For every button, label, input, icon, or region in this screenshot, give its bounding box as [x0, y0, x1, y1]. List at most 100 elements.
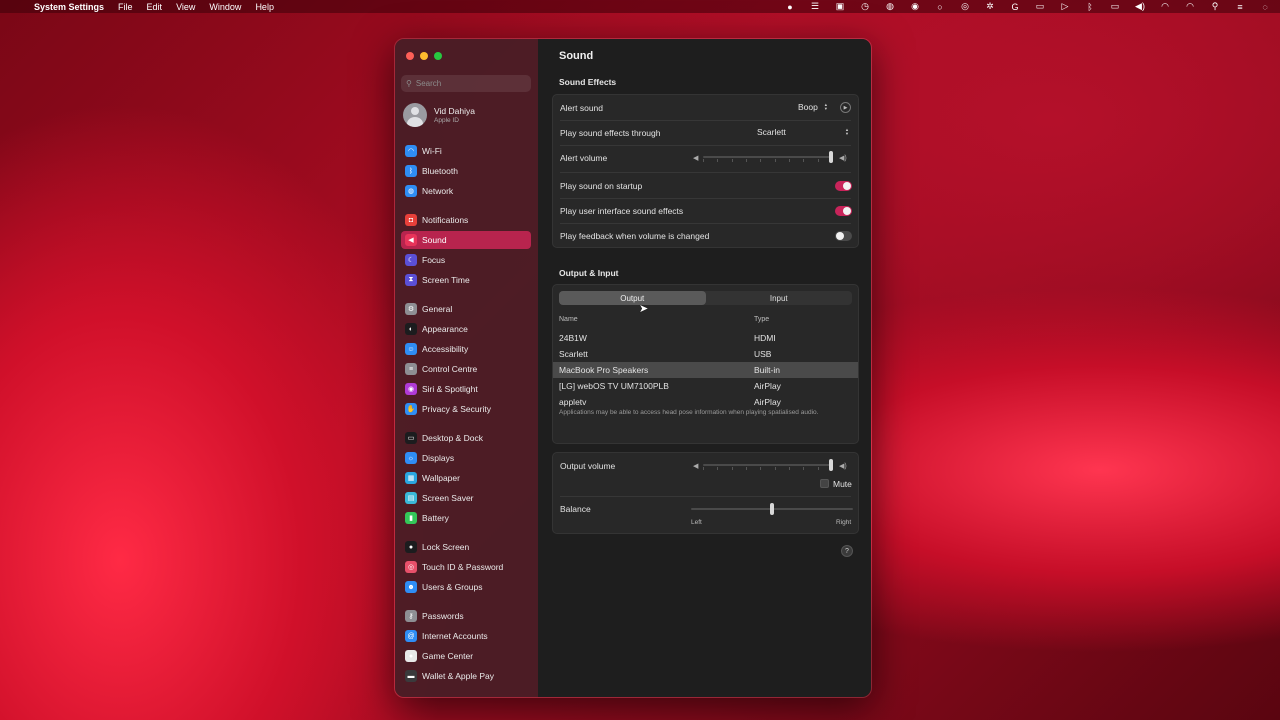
output-volume-slider[interactable]: [703, 459, 833, 471]
help-button[interactable]: ?: [841, 545, 853, 557]
column-name[interactable]: Name: [559, 316, 578, 323]
slider-tick: [731, 467, 733, 470]
sidebar-item-touch-id-password[interactable]: ◎ Touch ID & Password: [401, 558, 531, 576]
sidebar-item-bluetooth[interactable]: ᛒ Bluetooth: [401, 162, 531, 180]
battery-icon[interactable]: ▭: [1108, 1, 1122, 12]
sidebar-item-siri-spotlight[interactable]: ◉ Siri & Spotlight: [401, 380, 531, 398]
clock-icon[interactable]: ◷: [858, 1, 872, 12]
effects-through-popup[interactable]: Scarlett ▲ ▼: [757, 127, 851, 137]
device-type: Built-in: [754, 365, 780, 375]
sidebar-item-wallpaper[interactable]: ▦ Wallpaper: [401, 469, 531, 487]
speaker-low-icon: ◀: [693, 155, 699, 162]
menu-app-name[interactable]: System Settings: [34, 2, 104, 12]
apple-id-account[interactable]: Vid Dahiya Apple ID: [403, 103, 475, 127]
startup-toggle[interactable]: [835, 181, 852, 191]
search-icon[interactable]: ⚲: [1208, 1, 1222, 12]
sidebar: ⚲ Search Vid Dahiya Apple ID ◠ Wi-Fi ᛒ Blue…: [395, 39, 538, 697]
sidebar-item-label: Privacy & Security: [422, 404, 491, 414]
sidebar-item-accessibility[interactable]: ☺ Accessibility: [401, 340, 531, 358]
volume-icon[interactable]: ◀): [1133, 1, 1147, 12]
sidebar-item-battery[interactable]: ▮ Battery: [401, 509, 531, 527]
output-input-heading: Output & Input: [559, 268, 619, 278]
device-type: USB: [754, 349, 772, 359]
menu-window[interactable]: Window: [209, 2, 241, 12]
record-icon[interactable]: ●: [783, 2, 797, 12]
table-row[interactable]: Scarlett USB: [553, 346, 858, 362]
bluetooth-icon[interactable]: ᛒ: [1083, 2, 1097, 12]
menu-edit[interactable]: Edit: [147, 2, 163, 12]
sidebar-item-desktop-dock[interactable]: ▭ Desktop & Dock: [401, 429, 531, 447]
sidebar-item-label: Accessibility: [422, 344, 469, 354]
table-row[interactable]: [LG] webOS TV UM7100PLB AirPlay: [553, 378, 858, 394]
startup-row: Play sound on startup: [560, 173, 851, 198]
slider-knob[interactable]: [770, 503, 774, 515]
sidebar-item-users-groups[interactable]: ☻ Users & Groups: [401, 578, 531, 596]
wifi-icon[interactable]: ◠: [1183, 1, 1197, 12]
play-alert-button[interactable]: ▶: [840, 102, 851, 113]
balance-right-label: Right: [836, 519, 852, 526]
balance-left-label: Left: [691, 519, 702, 526]
sidebar-item-game-center[interactable]: ● Game Center: [401, 647, 531, 665]
google-icon[interactable]: G: [1008, 2, 1022, 12]
alert-volume-slider[interactable]: [703, 151, 833, 163]
sidebar-item-label: Lock Screen: [422, 542, 470, 552]
ui-effects-toggle[interactable]: [835, 206, 852, 216]
sidebar-item-screen-saver[interactable]: ▤ Screen Saver: [401, 489, 531, 507]
sidebar-item-focus[interactable]: ☾ Focus: [401, 251, 531, 269]
sidebar-item-passwords[interactable]: ⚷ Passwords: [401, 607, 531, 625]
tab-input[interactable]: Input: [706, 291, 853, 305]
menu-help[interactable]: Help: [255, 2, 274, 12]
sidebar-item-label: Screen Time: [422, 275, 470, 285]
search-input[interactable]: ⚲ Search: [401, 75, 531, 92]
alert-sound-popup[interactable]: Boop ▲ ▼: [798, 102, 830, 112]
sidebar-item-label: Battery: [422, 513, 449, 523]
sidebar-item-notifications[interactable]: ◘ Notifications: [401, 211, 531, 229]
sidebar-item-general[interactable]: ⚙ General: [401, 300, 531, 318]
sidebar-item-label: Users & Groups: [422, 582, 483, 592]
control-center-icon[interactable]: ≡: [1233, 2, 1247, 12]
sidebar-item-displays[interactable]: ☼ Displays: [401, 449, 531, 467]
slider-track: [703, 156, 833, 158]
slider-knob[interactable]: [829, 151, 833, 163]
sidebar-item-sound[interactable]: ◀ Sound: [401, 231, 531, 249]
column-type[interactable]: Type: [754, 316, 769, 323]
record-dot-icon[interactable]: ◉: [908, 1, 922, 12]
slider-tick: [746, 159, 747, 162]
mute-checkbox[interactable]: [820, 479, 829, 488]
minimize-button[interactable]: [420, 52, 428, 60]
airdrop-icon[interactable]: ◠: [1158, 1, 1172, 12]
screenshot-icon[interactable]: ▣: [833, 1, 847, 12]
sidebar-item-wallet-apple-pay[interactable]: ▬ Wallet & Apple Pay: [401, 667, 531, 685]
sidebar-item-network[interactable]: ◍ Network: [401, 182, 531, 200]
balance-slider[interactable]: [691, 503, 853, 515]
menu-file[interactable]: File: [118, 2, 133, 12]
table-row[interactable]: 24B1W HDMI: [553, 330, 858, 346]
wechat-icon[interactable]: ◎: [958, 1, 972, 12]
slider-knob[interactable]: [829, 459, 833, 471]
sidebar-item-lock-screen[interactable]: ● Lock Screen: [401, 538, 531, 556]
sidebar-item-internet-accounts[interactable]: @ Internet Accounts: [401, 627, 531, 645]
sidebar-item-appearance[interactable]: ◐ Appearance: [401, 320, 531, 338]
sidebar-item-privacy-security[interactable]: ✋ Privacy & Security: [401, 400, 531, 418]
zoom-button[interactable]: [434, 52, 442, 60]
list-icon[interactable]: ☰: [808, 1, 822, 12]
tab-output[interactable]: Output: [559, 291, 706, 305]
menu-view[interactable]: View: [176, 2, 195, 12]
play-icon[interactable]: ▷: [1058, 1, 1072, 12]
chevron-updown-icon: ▲ ▼: [845, 127, 849, 136]
close-button[interactable]: [406, 52, 414, 60]
sidebar-item-control-centre[interactable]: ≡ Control Centre: [401, 360, 531, 378]
sidebar-item-label: Focus: [422, 255, 446, 265]
sidebar-item-wi-fi[interactable]: ◠ Wi-Fi: [401, 142, 531, 160]
circle-icon[interactable]: ○: [933, 2, 947, 12]
vpn-icon[interactable]: ◍: [883, 1, 897, 12]
table-row[interactable]: appletv AirPlay: [553, 394, 858, 410]
display-icon[interactable]: ▭: [1033, 1, 1047, 12]
siri-icon[interactable]: ◌: [1258, 2, 1272, 12]
pinwheel-icon[interactable]: ✲: [983, 1, 997, 12]
status-icons: ● ☰ ▣ ◷ ◍ ◉ ○ ◎ ✲ G ▭ ▷ ᛒ ▭ ◀) ◠ ◠ ⚲ ≡ ◌: [783, 0, 1272, 13]
gear-icon: ⚙: [405, 303, 417, 315]
table-row[interactable]: MacBook Pro Speakers Built-in: [553, 362, 858, 378]
sidebar-item-screen-time[interactable]: ⧗ Screen Time: [401, 271, 531, 289]
feedback-toggle[interactable]: [835, 231, 852, 241]
